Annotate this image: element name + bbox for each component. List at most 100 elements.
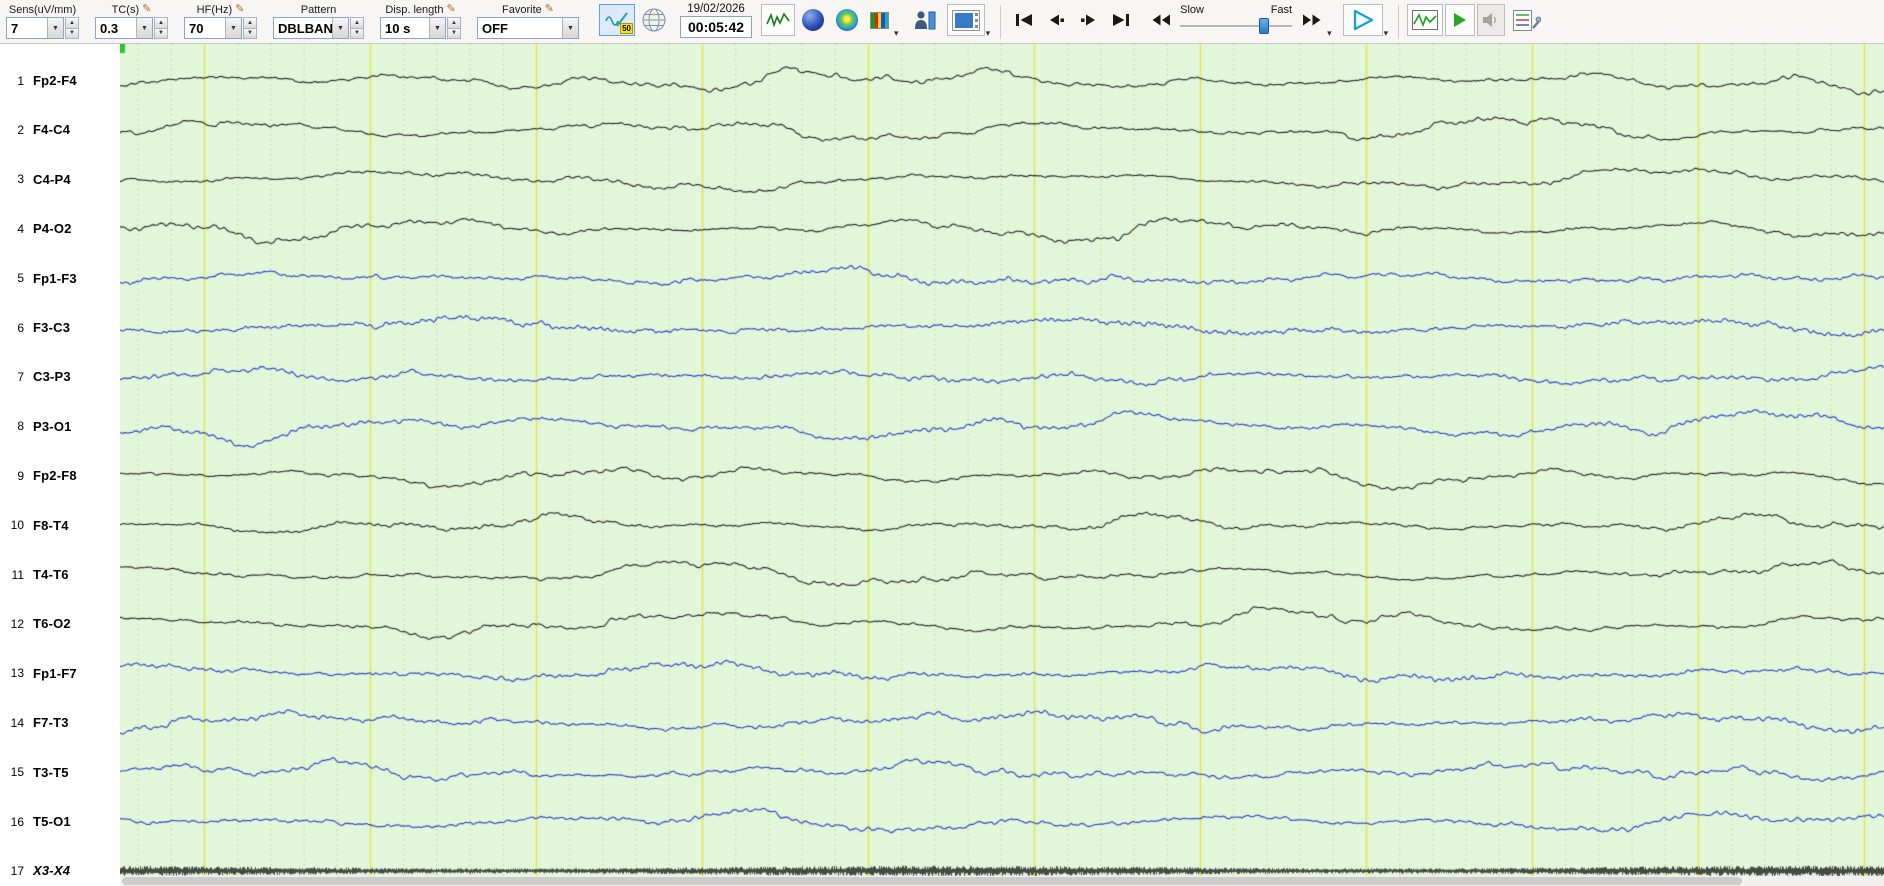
speed-slider-thumb[interactable]: [1259, 18, 1270, 34]
channel-row-T6-O2[interactable]: 12 T6-O2: [0, 615, 120, 633]
disp-length-edit-icon[interactable]: ✎: [446, 4, 455, 15]
video-more-arrow[interactable]: ▾: [986, 29, 991, 38]
dropdown-arrow-icon[interactable]: ▼: [332, 18, 348, 38]
sens-spinner[interactable]: ▲ ▼: [65, 17, 79, 39]
dropdown-arrow-icon[interactable]: ▼: [225, 18, 241, 38]
trace-view-button[interactable]: [761, 4, 796, 36]
disp-length-label: Disp. length: [385, 3, 444, 16]
channel-row-P4-O2[interactable]: 4 P4-O2: [0, 220, 120, 238]
play-more-arrow[interactable]: ▾: [1384, 29, 1389, 38]
tc-spinner[interactable]: ▲ ▼: [154, 17, 168, 39]
go-to-end-button[interactable]: [1105, 4, 1136, 36]
hf-combobox[interactable]: 70 ▼: [184, 17, 242, 39]
spin-up-icon[interactable]: ▲: [243, 17, 257, 29]
pattern-spinner[interactable]: ▲ ▼: [350, 17, 364, 39]
tc-edit-icon[interactable]: ✎: [142, 4, 151, 15]
spin-down-icon[interactable]: ▼: [447, 28, 461, 39]
channel-row-T3-T5[interactable]: 15 T3-T5: [0, 763, 120, 781]
channel-row-X3-X4[interactable]: 17 X3-X4: [0, 862, 120, 880]
spin-up-icon[interactable]: ▲: [447, 17, 461, 29]
fast-forward-button[interactable]: [1296, 4, 1327, 36]
sens-combobox[interactable]: 7 ▼: [6, 17, 64, 39]
live-trace-monitor-button[interactable]: [1407, 4, 1444, 36]
disp-length-spinner[interactable]: ▲ ▼: [447, 17, 461, 39]
channel-row-P3-O1[interactable]: 8 P3-O1: [0, 417, 120, 435]
rewind-button[interactable]: [1146, 4, 1177, 36]
patient-info-icon: [914, 11, 936, 30]
channel-number: 4: [17, 221, 24, 236]
hf-label: HF(Hz): [196, 3, 233, 16]
display-mode-more-arrow[interactable]: ▾: [894, 29, 899, 38]
spin-down-icon[interactable]: ▼: [154, 28, 168, 39]
horizontal-scrollbar[interactable]: [120, 876, 1884, 886]
go-to-start-button[interactable]: [1009, 4, 1040, 36]
play-icon: [1353, 9, 1373, 31]
blue-head-sphere-icon: [802, 9, 825, 31]
electrode-map-button[interactable]: [637, 4, 671, 36]
channel-label: Fp2-F4: [33, 73, 77, 88]
dropdown-arrow-icon[interactable]: ▼: [47, 18, 63, 38]
globe-icon: [642, 8, 666, 32]
param-tc: TC(s) ✎ 0.3 ▼ ▲ ▼: [95, 2, 168, 39]
channel-label: P4-O2: [33, 221, 72, 237]
datetime-display: 19/02/2026 00:05:42: [680, 3, 753, 38]
video-button[interactable]: [946, 4, 985, 36]
favorite-combobox[interactable]: OFF ▼: [477, 17, 579, 39]
horizontal-scrollbar-thumb[interactable]: [122, 877, 1742, 885]
channel-row-T5-O1[interactable]: 16 T5-O1: [0, 813, 120, 831]
spin-down-icon[interactable]: ▼: [243, 28, 257, 39]
param-hf: HF(Hz) ✎ 70 ▼ ▲ ▼: [184, 2, 257, 39]
spin-up-icon[interactable]: ▲: [350, 17, 364, 29]
hf-edit-icon[interactable]: ✎: [235, 4, 244, 15]
monitor-wave-icon: [1412, 10, 1439, 30]
speed-more-arrow[interactable]: ▾: [1327, 29, 1332, 38]
disp-length-value: 10 s: [385, 20, 411, 36]
channel-row-C3-P3[interactable]: 7 C3-P3: [0, 368, 120, 386]
channel-row-Fp2-F8[interactable]: 9 Fp2-F8: [0, 467, 120, 485]
speaker-icon: [1483, 13, 1497, 27]
channel-row-F3-C3[interactable]: 6 F3-C3: [0, 319, 120, 337]
signal-trace-icon: [766, 12, 790, 28]
spin-up-icon[interactable]: ▲: [154, 17, 168, 29]
channel-row-C4-P4[interactable]: 3 C4-P4: [0, 170, 120, 188]
channel-row-Fp1-F7[interactable]: 13 Fp1-F7: [0, 664, 120, 682]
channel-number: 17: [10, 863, 24, 878]
dropdown-arrow-icon[interactable]: ▼: [429, 18, 445, 38]
montage-settings-button[interactable]: [1507, 4, 1548, 36]
tc-combobox[interactable]: 0.3 ▼: [95, 17, 153, 39]
skip-to-end-icon: [1112, 14, 1129, 26]
step-back-icon: [1049, 14, 1064, 26]
dropdown-arrow-icon[interactable]: ▼: [136, 18, 152, 38]
disp-length-combobox[interactable]: 10 s ▼: [380, 17, 446, 39]
pattern-label: Pattern: [300, 3, 337, 16]
channel-row-F7-T3[interactable]: 14 F7-T3: [0, 714, 120, 732]
spin-up-icon[interactable]: ▲: [65, 17, 79, 29]
channel-row-F8-T4[interactable]: 10 F8-T4: [0, 516, 120, 534]
resume-recording-button[interactable]: [1445, 4, 1476, 36]
dropdown-arrow-icon[interactable]: ▼: [562, 18, 578, 38]
spin-down-icon[interactable]: ▼: [350, 28, 364, 39]
favorite-edit-icon[interactable]: ✎: [545, 4, 554, 15]
step-forward-button[interactable]: [1073, 4, 1104, 36]
hf-spinner[interactable]: ▲ ▼: [243, 17, 257, 39]
pattern-combobox[interactable]: DBLBAN ▼: [273, 17, 349, 39]
eeg-plot-area[interactable]: [120, 44, 1884, 876]
channel-row-F4-C4[interactable]: 2 F4-C4: [0, 121, 120, 139]
channel-row-Fp1-F3[interactable]: 5 Fp1-F3: [0, 269, 120, 287]
patient-info-button[interactable]: [907, 4, 942, 36]
channel-row-T4-T6[interactable]: 11 T4-T6: [0, 566, 120, 584]
step-back-button[interactable]: [1041, 4, 1072, 36]
head-map-3d-button[interactable]: [797, 4, 830, 36]
speed-slider-track[interactable]: [1180, 18, 1293, 35]
channel-row-Fp2-F4[interactable]: 1 Fp2-F4: [0, 72, 120, 90]
audio-button[interactable]: [1477, 4, 1506, 36]
colormap-button[interactable]: [865, 4, 894, 36]
play-button[interactable]: [1342, 4, 1383, 36]
channel-label-column: 1 Fp2-F4 2 F4-C4 3 C4-P4 4 P4-O2 5 Fp1-F3 6 F3-C3 7 C…: [0, 44, 120, 878]
spin-down-icon[interactable]: ▼: [65, 28, 79, 39]
colormap-icon: [869, 11, 889, 29]
notch-filter-button[interactable]: 50: [599, 4, 635, 36]
channel-label: P3-O1: [33, 418, 72, 434]
channel-number: 3: [17, 172, 24, 187]
topography-map-button[interactable]: [831, 4, 864, 36]
